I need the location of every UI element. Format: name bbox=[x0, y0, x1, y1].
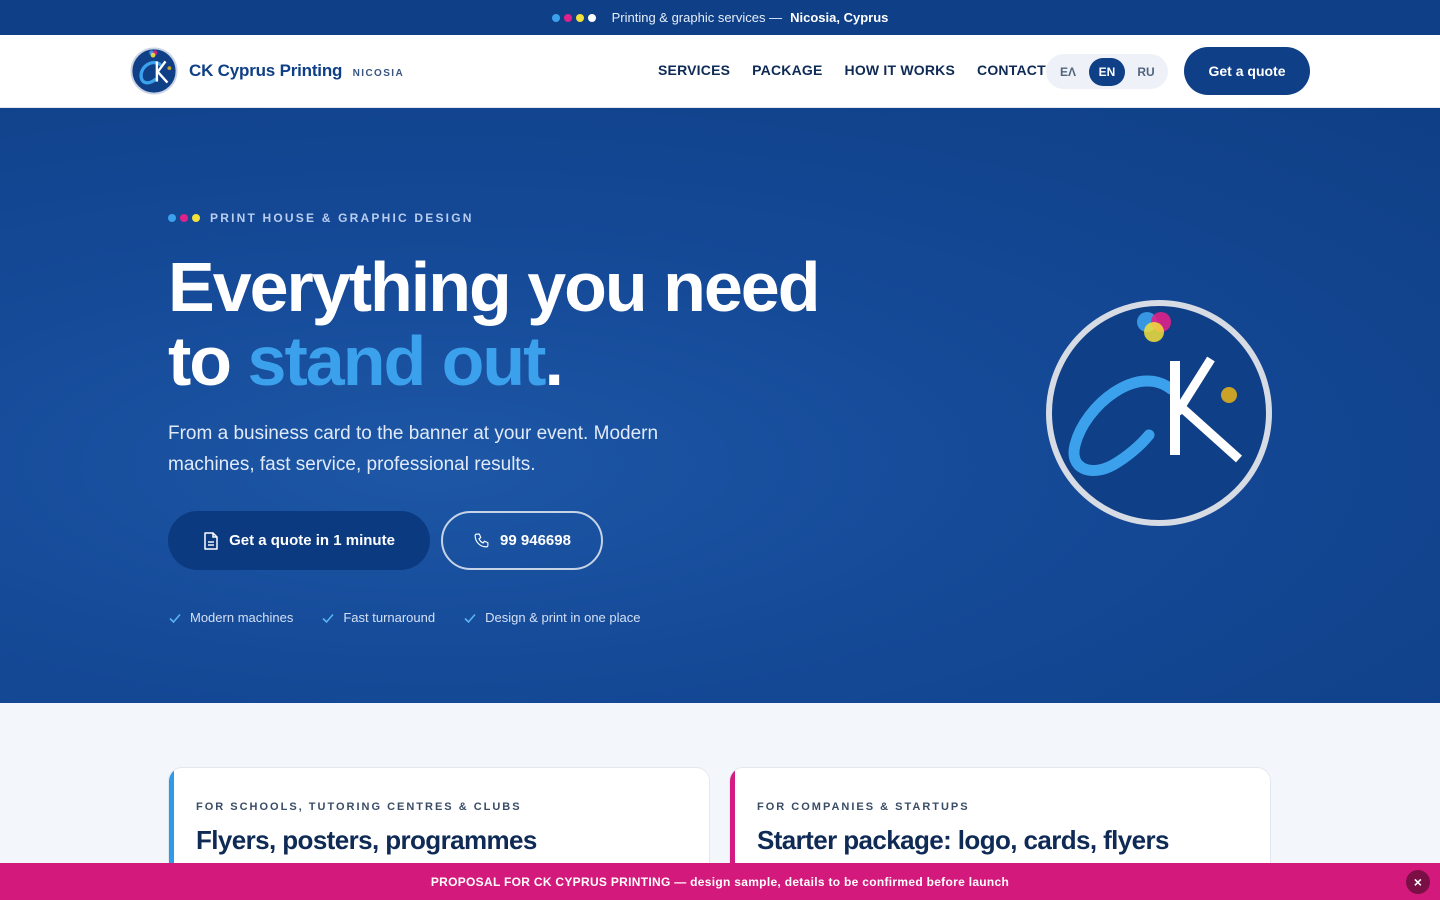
magenta-dot-icon bbox=[180, 214, 188, 222]
brand-home-link[interactable]: CK Cyprus Printing NICOSIA bbox=[130, 47, 404, 95]
card-audience-tag: FOR COMPANIES & STARTUPS bbox=[757, 801, 970, 813]
nav-services[interactable]: SERVICES bbox=[658, 62, 730, 78]
brand-city: NICOSIA bbox=[352, 68, 405, 79]
lang-russian[interactable]: RU bbox=[1128, 58, 1164, 86]
cyan-dot-icon bbox=[168, 214, 176, 222]
ck-hero-logo-icon bbox=[1046, 300, 1272, 526]
document-icon bbox=[204, 531, 218, 550]
nav-package[interactable]: PACKAGE bbox=[752, 62, 822, 78]
lang-english[interactable]: EN bbox=[1089, 57, 1125, 86]
phone-icon bbox=[474, 533, 489, 548]
language-switcher: ΕΛ EN RU bbox=[1046, 54, 1168, 89]
nav-contact[interactable]: CONTACT bbox=[977, 62, 1046, 78]
call-phone-button[interactable]: 99 946698 bbox=[441, 511, 603, 570]
lang-greek[interactable]: ΕΛ bbox=[1050, 58, 1086, 86]
hero-section: PRINT HOUSE & GRAPHIC DESIGN Everything … bbox=[0, 108, 1440, 703]
card-title: Starter package: logo, cards, flyers bbox=[757, 825, 1170, 855]
check-icon bbox=[464, 613, 476, 623]
quote-in-1-minute-button[interactable]: Get a quote in 1 minute bbox=[168, 511, 430, 570]
hero-title-accent: stand out bbox=[247, 322, 547, 400]
feature-item: Fast turnaround bbox=[321, 610, 435, 625]
ck-logo-icon bbox=[130, 47, 178, 95]
nav-how-it-works[interactable]: HOW IT WORKS bbox=[845, 62, 956, 78]
card-audience-tag: FOR SCHOOLS, TUTORING CENTRES & CLUBS bbox=[196, 801, 522, 813]
check-icon bbox=[169, 613, 181, 623]
topbar-text: Printing & graphic services — bbox=[611, 10, 783, 25]
feature-item: Design & print in one place bbox=[463, 610, 640, 625]
hero-title-line1: Everything you need bbox=[168, 248, 820, 326]
yellow-dot-icon bbox=[192, 214, 200, 222]
hero-title: Everything you need to stand out. bbox=[168, 248, 820, 400]
card-title: Flyers, posters, programmes bbox=[196, 825, 537, 855]
hero-eyebrow: PRINT HOUSE & GRAPHIC DESIGN bbox=[168, 211, 474, 225]
top-announcement-bar: Printing & graphic services — Nicosia, C… bbox=[0, 0, 1440, 35]
hero-lead: From a business card to the banner at yo… bbox=[168, 423, 659, 475]
main-nav: SERVICES PACKAGE HOW IT WORKS CONTACT bbox=[658, 62, 1046, 78]
site-header: CK Cyprus Printing NICOSIA SERVICES PACK… bbox=[0, 35, 1440, 108]
get-quote-button[interactable]: Get a quote bbox=[1184, 47, 1310, 95]
cmyk-dots-icon bbox=[551, 13, 596, 22]
feature-label: Design & print in one place bbox=[485, 610, 641, 625]
feature-item: Modern machines bbox=[168, 610, 293, 625]
service-card-schools[interactable]: FOR SCHOOLS, TUTORING CENTRES & CLUBS Fl… bbox=[168, 767, 710, 877]
hero-title-suffix: . bbox=[544, 322, 565, 400]
phone-number: 99 946698 bbox=[500, 532, 571, 549]
feature-label: Fast turnaround bbox=[343, 610, 436, 625]
quote-in-1-minute-label: Get a quote in 1 minute bbox=[229, 532, 395, 549]
hero-title-prefix: to bbox=[168, 322, 248, 400]
hero-eyebrow-text: PRINT HOUSE & GRAPHIC DESIGN bbox=[210, 211, 474, 225]
close-icon[interactable]: × bbox=[1406, 870, 1430, 894]
proposal-banner: PROPOSAL FOR CK CYPRUS PRINTING — design… bbox=[0, 863, 1440, 900]
brand-name: CK Cyprus Printing bbox=[189, 61, 343, 80]
proposal-banner-text: PROPOSAL FOR CK CYPRUS PRINTING — design… bbox=[430, 874, 1010, 889]
hero-features: Modern machines Fast turnaround Design &… bbox=[168, 610, 640, 625]
topbar-location: Nicosia, Cyprus bbox=[790, 10, 889, 25]
feature-label: Modern machines bbox=[190, 610, 294, 625]
service-card-companies[interactable]: FOR COMPANIES & STARTUPS Starter package… bbox=[729, 767, 1271, 877]
check-icon bbox=[322, 613, 334, 623]
